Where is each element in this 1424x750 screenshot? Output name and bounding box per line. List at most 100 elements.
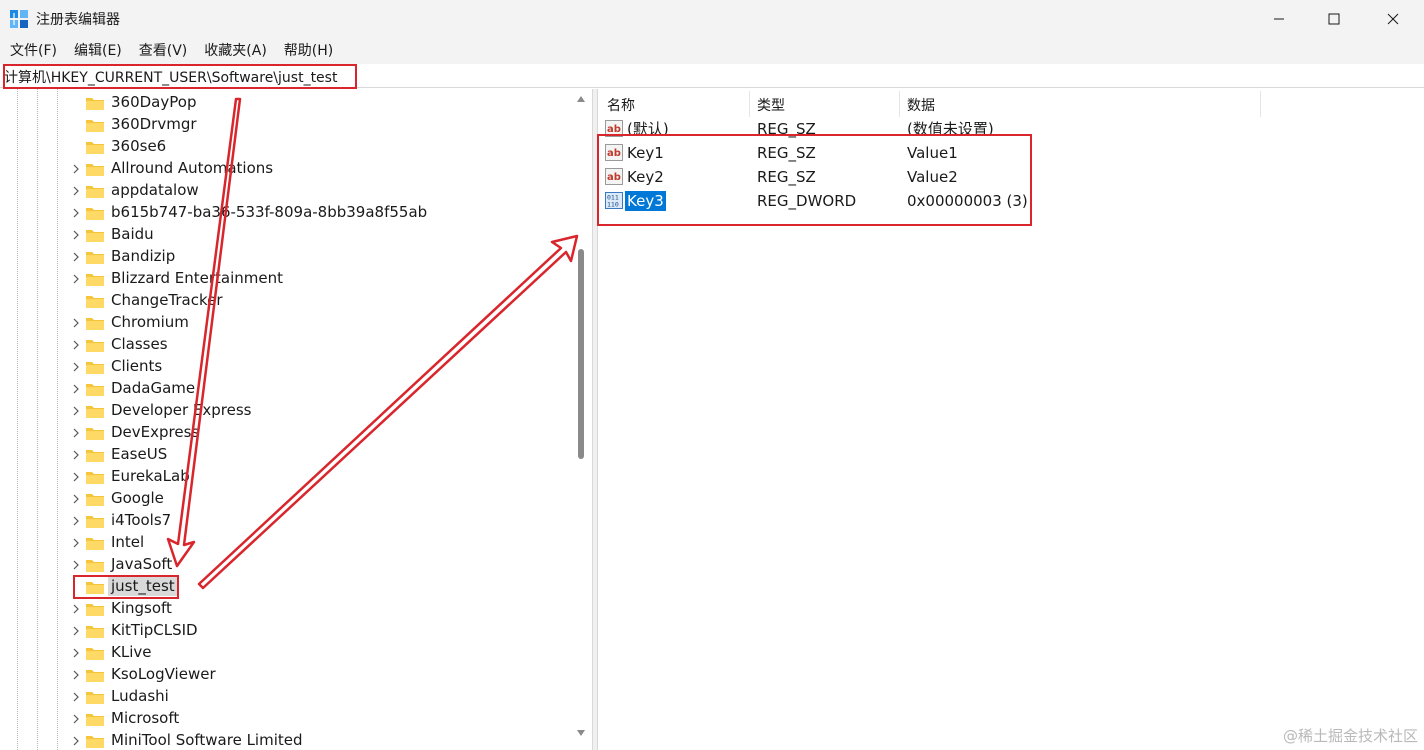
column-header-type[interactable]: 类型	[757, 95, 785, 115]
chevron-right-icon[interactable]	[71, 626, 81, 636]
chevron-right-icon[interactable]	[71, 186, 81, 196]
tree-item-label[interactable]: Classes	[111, 334, 168, 354]
tree-item[interactable]: Kingsoft	[0, 597, 570, 619]
tree-item[interactable]: DadaGame	[0, 377, 570, 399]
tree-item-label[interactable]: ChangeTracker	[111, 290, 223, 310]
tree-item-label[interactable]: Blizzard Entertainment	[111, 268, 283, 288]
tree-item[interactable]: Chromium	[0, 311, 570, 333]
chevron-right-icon[interactable]	[71, 164, 81, 174]
tree-item-label[interactable]: EaseUS	[111, 444, 167, 464]
chevron-right-icon[interactable]	[71, 736, 81, 746]
tree-item-label[interactable]: Microsoft	[111, 708, 179, 728]
tree-item-label[interactable]: MiniTool Software Limited	[111, 730, 303, 750]
chevron-right-icon[interactable]	[71, 560, 81, 570]
tree-item-label[interactable]: Ludashi	[111, 686, 169, 706]
tree-item-label[interactable]: Clients	[111, 356, 162, 376]
chevron-right-icon[interactable]	[71, 318, 81, 328]
tree-item[interactable]: Allround Automations	[0, 157, 570, 179]
tree-item-label[interactable]: 360se6	[111, 136, 166, 156]
chevron-right-icon[interactable]	[71, 472, 81, 482]
chevron-right-icon[interactable]	[71, 494, 81, 504]
tree-item-label[interactable]: Developer Express	[111, 400, 252, 420]
chevron-right-icon[interactable]	[71, 714, 81, 724]
menu-edit[interactable]: 编辑(E)	[68, 40, 128, 62]
column-separator[interactable]	[899, 91, 900, 117]
tree-item[interactable]: 360Drvmgr	[0, 113, 570, 135]
chevron-right-icon[interactable]	[71, 428, 81, 438]
tree-item[interactable]: Google	[0, 487, 570, 509]
tree-item[interactable]: b615b747-ba36-533f-809a-8bb39a8f55ab	[0, 201, 570, 223]
tree-item[interactable]: JavaSoft	[0, 553, 570, 575]
tree-item[interactable]: appdatalow	[0, 179, 570, 201]
tree-item[interactable]: Clients	[0, 355, 570, 377]
tree-item[interactable]: Baidu	[0, 223, 570, 245]
chevron-right-icon[interactable]	[71, 252, 81, 262]
key-tree[interactable]: 360DayPop 360Drvmgr 360se6 Allround Automat…	[0, 89, 591, 750]
tree-item-label[interactable]: appdatalow	[111, 180, 199, 200]
tree-item[interactable]: Blizzard Entertainment	[0, 267, 570, 289]
tree-item[interactable]: ChangeTracker	[0, 289, 570, 311]
menu-file[interactable]: 文件(F)	[4, 40, 63, 62]
tree-item[interactable]: KsoLogViewer	[0, 663, 570, 685]
minimize-button[interactable]	[1250, 0, 1308, 38]
tree-item[interactable]: Ludashi	[0, 685, 570, 707]
tree-item[interactable]: Intel	[0, 531, 570, 553]
scroll-up-icon[interactable]	[576, 95, 586, 103]
tree-item[interactable]: KLive	[0, 641, 570, 663]
tree-item-label[interactable]: Kingsoft	[111, 598, 172, 618]
tree-item[interactable]: 360se6	[0, 135, 570, 157]
chevron-right-icon[interactable]	[71, 450, 81, 460]
tree-item-label[interactable]: Chromium	[111, 312, 189, 332]
tree-item-label[interactable]: Allround Automations	[111, 158, 273, 178]
tree-scrollbar[interactable]	[572, 89, 591, 750]
chevron-right-icon[interactable]	[71, 208, 81, 218]
tree-item-label[interactable]: EurekaLab	[111, 466, 190, 486]
tree-item-label[interactable]: b615b747-ba36-533f-809a-8bb39a8f55ab	[111, 202, 427, 222]
scroll-down-icon[interactable]	[576, 729, 586, 737]
tree-item-label[interactable]: KsoLogViewer	[111, 664, 216, 684]
close-button[interactable]	[1364, 0, 1422, 38]
tree-item-label[interactable]: DevExpress	[111, 422, 199, 442]
chevron-right-icon[interactable]	[71, 670, 81, 680]
tree-item[interactable]: Developer Express	[0, 399, 570, 421]
tree-item-label[interactable]: KLive	[111, 642, 151, 662]
tree-item[interactable]: EurekaLab	[0, 465, 570, 487]
tree-item[interactable]: DevExpress	[0, 421, 570, 443]
chevron-right-icon[interactable]	[71, 516, 81, 526]
column-header-data[interactable]: 数据	[907, 95, 935, 115]
chevron-right-icon[interactable]	[71, 362, 81, 372]
tree-item-label[interactable]: 360DayPop	[111, 92, 196, 112]
chevron-right-icon[interactable]	[71, 604, 81, 614]
tree-item-label[interactable]: 360Drvmgr	[111, 114, 197, 134]
tree-item-label[interactable]: Intel	[111, 532, 144, 552]
tree-item-label[interactable]: JavaSoft	[111, 554, 172, 574]
tree-item-label[interactable]: Google	[111, 488, 164, 508]
tree-item-label[interactable]: Bandizip	[111, 246, 175, 266]
tree-item-label[interactable]: i4Tools7	[111, 510, 171, 530]
tree-item[interactable]: Classes	[0, 333, 570, 355]
tree-item-label[interactable]: DadaGame	[111, 378, 195, 398]
tree-item[interactable]: 360DayPop	[0, 91, 570, 113]
tree-item[interactable]: Microsoft	[0, 707, 570, 729]
chevron-right-icon[interactable]	[71, 384, 81, 394]
column-separator[interactable]	[1260, 91, 1261, 117]
menu-view[interactable]: 查看(V)	[133, 40, 194, 62]
tree-item-label[interactable]: Baidu	[111, 224, 154, 244]
tree-item[interactable]: Bandizip	[0, 245, 570, 267]
tree-item-label[interactable]: KitTipCLSID	[111, 620, 198, 640]
column-separator[interactable]	[749, 91, 750, 117]
chevron-right-icon[interactable]	[71, 230, 81, 240]
chevron-right-icon[interactable]	[71, 406, 81, 416]
scroll-thumb[interactable]	[578, 249, 584, 459]
tree-item[interactable]: MiniTool Software Limited	[0, 729, 570, 750]
chevron-right-icon[interactable]	[71, 274, 81, 284]
chevron-right-icon[interactable]	[71, 692, 81, 702]
chevron-right-icon[interactable]	[71, 648, 81, 658]
menu-favorites[interactable]: 收藏夹(A)	[198, 40, 273, 62]
menu-help[interactable]: 帮助(H)	[278, 40, 339, 62]
tree-item[interactable]: KitTipCLSID	[0, 619, 570, 641]
chevron-right-icon[interactable]	[71, 340, 81, 350]
maximize-button[interactable]	[1305, 0, 1363, 38]
chevron-right-icon[interactable]	[71, 538, 81, 548]
column-header-name[interactable]: 名称	[607, 95, 635, 115]
